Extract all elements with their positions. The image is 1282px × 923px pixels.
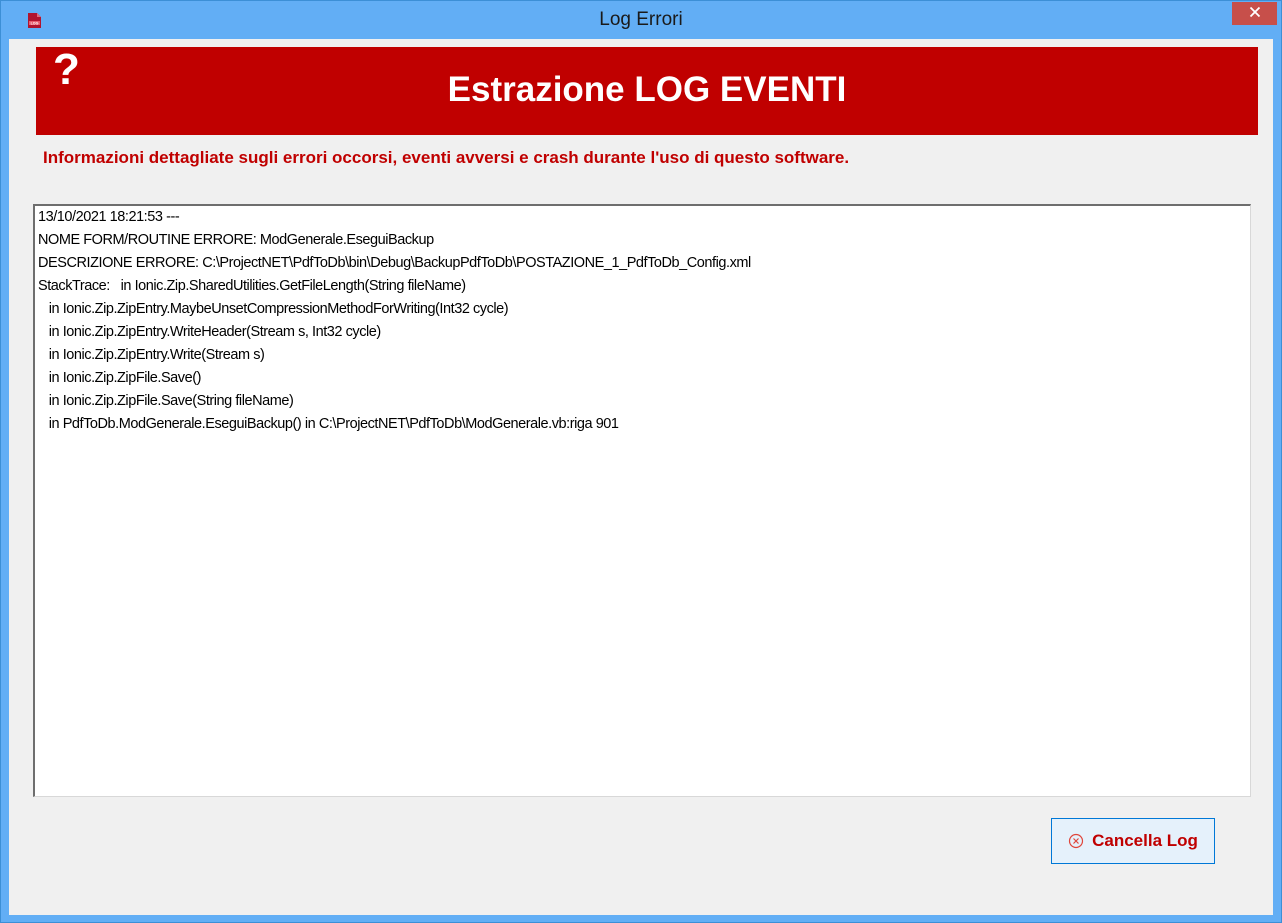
banner-title: Estrazione LOG EVENTI (447, 70, 847, 109)
log-line: 13/10/2021 18:21:53 --- (38, 209, 180, 225)
log-line: in Ionic.Zip.ZipFile.Save(String fileNam… (38, 393, 294, 409)
log-line: in Ionic.Zip.ZipEntry.WriteHeader(Stream… (38, 324, 382, 340)
log-errori-window: LOG Log Errori ? Estrazione LOG EVENTI I… (0, 0, 1282, 923)
cancel-circle-icon (1068, 833, 1084, 849)
close-button[interactable] (1232, 2, 1277, 25)
log-line: in Ionic.Zip.ZipEntry.Write(Stream s) (38, 347, 265, 363)
log-line: in Ionic.Zip.ZipEntry.MaybeUnsetCompress… (38, 301, 509, 317)
log-lines: 13/10/2021 18:21:53 --- NOME FORM/ROUTINE… (35, 206, 751, 436)
log-line: in Ionic.Zip.ZipFile.Save() (38, 370, 202, 386)
log-line: NOME FORM/ROUTINE ERRORE: ModGenerale.Es… (38, 232, 434, 248)
close-icon (1249, 5, 1261, 23)
log-textbox[interactable]: 13/10/2021 18:21:53 --- NOME FORM/ROUTINE… (33, 204, 1251, 797)
header-banner: ? Estrazione LOG EVENTI (36, 45, 1258, 135)
log-line: DESCRIZIONE ERRORE: C:\ProjectNET\PdfToD… (38, 255, 751, 271)
log-line: in PdfToDb.ModGenerale.EseguiBackup() in… (38, 416, 619, 432)
description-text: Informazioni dettagliate sugli errori oc… (43, 148, 850, 167)
log-line: StackTrace: in Ionic.Zip.SharedUtilities… (38, 278, 466, 294)
title-bar[interactable]: LOG Log Errori (1, 1, 1281, 39)
cancel-log-button[interactable]: Cancella Log (1051, 818, 1215, 864)
window-title: Log Errori (599, 9, 683, 30)
cancel-log-label: Cancella Log (1092, 831, 1198, 850)
